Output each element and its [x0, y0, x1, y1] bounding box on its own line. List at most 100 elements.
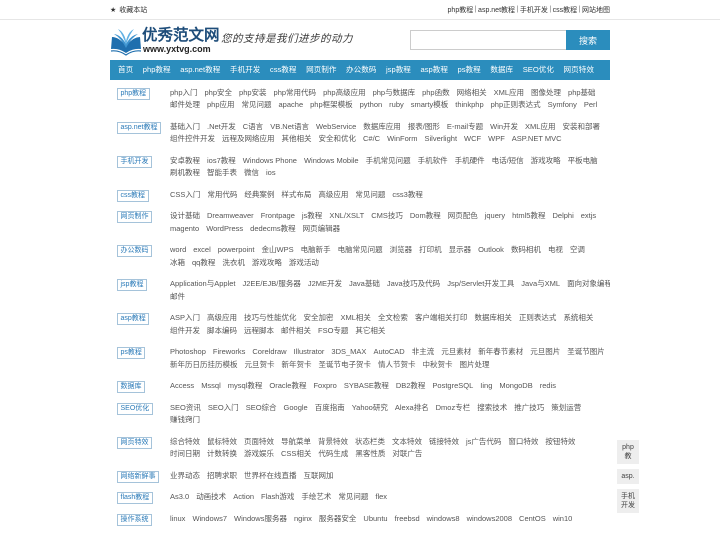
category-link[interactable]: 状态栏类: [355, 437, 385, 446]
category-link[interactable]: 游戏活动: [289, 258, 319, 267]
category-link[interactable]: php框架模板: [310, 100, 353, 109]
nav-item[interactable]: ps教程: [453, 60, 486, 80]
category-link[interactable]: Windows7: [192, 514, 227, 523]
category-link[interactable]: Coreldraw: [252, 347, 286, 356]
category-link[interactable]: 游戏攻略: [531, 156, 561, 165]
category-label[interactable]: 网页特效: [117, 436, 152, 449]
category-link[interactable]: WinForm: [387, 134, 417, 143]
category-link[interactable]: 链接特效: [429, 437, 459, 446]
category-link[interactable]: 互联网加: [304, 471, 334, 480]
category-link[interactable]: Alexa排名: [395, 403, 429, 412]
category-link[interactable]: 显示器: [449, 245, 472, 254]
category-link[interactable]: 游戏娱乐: [244, 449, 274, 458]
category-link[interactable]: 元旦贺卡: [245, 360, 275, 369]
category-link[interactable]: E-mail专题: [447, 122, 483, 131]
category-link[interactable]: nginx: [294, 514, 312, 523]
category-link[interactable]: 数码相机: [511, 245, 541, 254]
category-link[interactable]: Windows Mobile: [304, 156, 359, 165]
category-link[interactable]: 手机软件: [418, 156, 448, 165]
category-link[interactable]: 正则表达式: [519, 313, 557, 322]
category-link[interactable]: Fireworks: [213, 347, 246, 356]
category-link[interactable]: 常用代码: [207, 190, 237, 199]
category-link[interactable]: win10: [553, 514, 573, 523]
category-link[interactable]: php入门: [170, 88, 198, 97]
category-link[interactable]: apache: [279, 100, 304, 109]
category-link[interactable]: excel: [193, 245, 211, 254]
category-link[interactable]: SEO入门: [208, 403, 239, 412]
category-link[interactable]: 远程及网络应用: [222, 134, 275, 143]
category-link[interactable]: 高级应用: [318, 190, 348, 199]
float-tab[interactable]: asp.: [617, 469, 639, 484]
category-link[interactable]: 元旦图片: [530, 347, 560, 356]
category-link[interactable]: js广告代码: [466, 437, 501, 446]
category-link[interactable]: freebsd: [395, 514, 420, 523]
nav-item[interactable]: 网页制作: [301, 60, 341, 80]
category-link[interactable]: XNL/XSLT: [329, 211, 364, 220]
category-link[interactable]: AutoCAD: [373, 347, 404, 356]
category-link[interactable]: 浏览器: [390, 245, 413, 254]
category-link[interactable]: C语言: [243, 122, 263, 131]
category-link[interactable]: Dreamweaver: [207, 211, 254, 220]
category-link[interactable]: 非主流: [412, 347, 435, 356]
category-link[interactable]: 报表/图形: [408, 122, 440, 131]
category-link[interactable]: 远程脚本: [244, 326, 274, 335]
category-link[interactable]: CSS相关: [281, 449, 311, 458]
category-link[interactable]: php与数据库: [373, 88, 416, 97]
category-link[interactable]: php正则表达式: [491, 100, 541, 109]
category-label[interactable]: php教程: [117, 87, 150, 100]
category-link[interactable]: windows8: [427, 514, 460, 523]
category-label[interactable]: asp教程: [117, 313, 150, 326]
category-link[interactable]: 新年历日历挂历模板: [170, 360, 238, 369]
category-link[interactable]: DB2教程: [396, 381, 426, 390]
category-link[interactable]: 基础入门: [170, 122, 200, 131]
category-link[interactable]: php安全: [205, 88, 233, 97]
category-link[interactable]: Foxpro: [313, 381, 336, 390]
category-link[interactable]: SEO资讯: [170, 403, 201, 412]
category-link[interactable]: 组件控件开发: [170, 134, 215, 143]
category-link[interactable]: 文本特效: [392, 437, 422, 446]
category-link[interactable]: 全文检索: [378, 313, 408, 322]
category-link[interactable]: 邮件: [170, 292, 185, 301]
category-link[interactable]: 经典案例: [244, 190, 274, 199]
category-link[interactable]: Access: [170, 381, 194, 390]
category-link[interactable]: 手机常见问题: [366, 156, 411, 165]
category-link[interactable]: FSO专题: [318, 326, 348, 335]
category-link[interactable]: 安全和优化: [319, 134, 357, 143]
category-link[interactable]: php安装: [239, 88, 267, 97]
category-link[interactable]: 脚本编码: [207, 326, 237, 335]
category-link[interactable]: As3.0: [170, 492, 189, 501]
category-label[interactable]: css教程: [117, 189, 149, 202]
add-favorite-link[interactable]: 收藏本站: [110, 5, 147, 15]
category-link[interactable]: 技巧与性能优化: [244, 313, 297, 322]
category-link[interactable]: 微信: [244, 168, 259, 177]
category-link[interactable]: Oracle教程: [269, 381, 306, 390]
category-link[interactable]: 邮件相关: [281, 326, 311, 335]
category-link[interactable]: php应用: [207, 100, 235, 109]
category-link[interactable]: 窗口特效: [508, 437, 538, 446]
category-link[interactable]: CentOS: [519, 514, 546, 523]
category-link[interactable]: CMS技巧: [371, 211, 403, 220]
category-link[interactable]: Illustrator: [294, 347, 325, 356]
float-tab[interactable]: php教: [617, 440, 639, 464]
category-link[interactable]: 手机硬件: [455, 156, 485, 165]
nav-item[interactable]: 手机开发: [225, 60, 265, 80]
category-link[interactable]: html5教程: [512, 211, 545, 220]
category-link[interactable]: 鼠标特效: [207, 437, 237, 446]
category-link[interactable]: Action: [233, 492, 254, 501]
category-link[interactable]: 金山WPS: [261, 245, 293, 254]
category-link[interactable]: Dom教程: [410, 211, 441, 220]
category-label[interactable]: 手机开发: [117, 155, 152, 168]
category-link[interactable]: 常见问题: [242, 100, 272, 109]
category-link[interactable]: XML应用: [525, 122, 555, 131]
category-link[interactable]: 数据库相关: [474, 313, 512, 322]
category-link[interactable]: Java基础: [349, 279, 380, 288]
category-link[interactable]: Jsp/Servlet开发工具: [447, 279, 514, 288]
search-button[interactable]: 搜索: [566, 30, 610, 50]
category-link[interactable]: Ubuntu: [363, 514, 387, 523]
category-link[interactable]: XML相关: [341, 313, 371, 322]
category-link[interactable]: php常用代码: [274, 88, 317, 97]
category-link[interactable]: jquery: [485, 211, 505, 220]
category-link[interactable]: 平板电脑: [568, 156, 598, 165]
nav-item[interactable]: 办公数码: [341, 60, 381, 80]
category-label[interactable]: 网页制作: [117, 211, 152, 224]
